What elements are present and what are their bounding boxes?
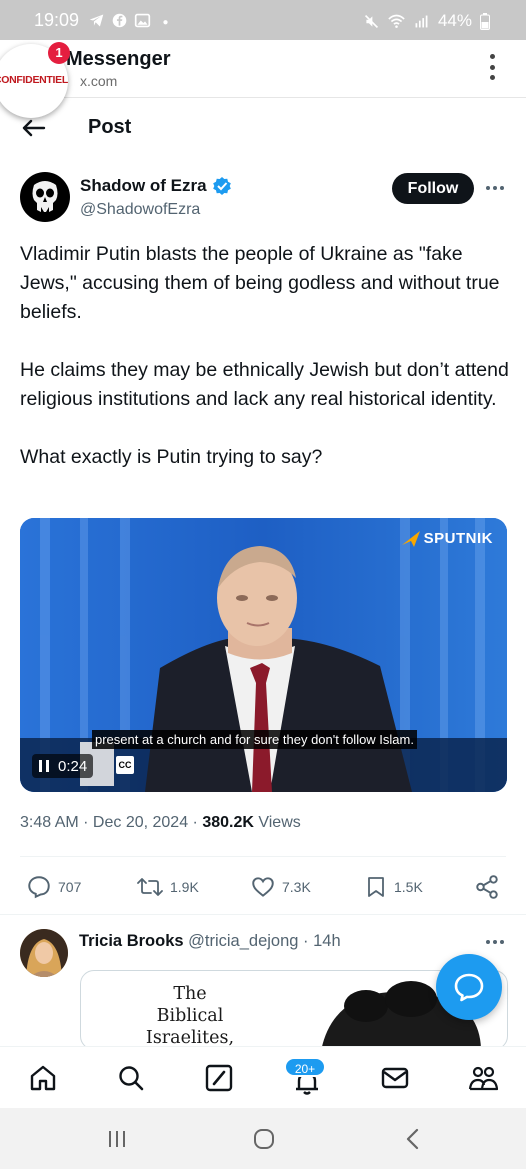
status-time: 19:09 xyxy=(34,10,80,30)
mail-icon[interactable] xyxy=(380,1063,410,1093)
reply-count: 707 xyxy=(58,879,82,895)
divider xyxy=(20,856,506,857)
back-arrow-icon[interactable] xyxy=(20,118,46,138)
home-system-icon[interactable] xyxy=(252,1127,276,1151)
author-name[interactable]: Shadow of Ezra xyxy=(80,176,232,196)
status-notification-icons xyxy=(88,12,174,29)
like-button[interactable]: 7.3K xyxy=(250,874,311,900)
views-label: Views xyxy=(253,814,301,831)
more-options-icon[interactable] xyxy=(486,186,504,190)
video-controls[interactable]: 0:24 xyxy=(32,754,94,778)
book-cover-text: The Biblical Israelites, and xyxy=(135,983,245,1049)
reply-author-name[interactable]: Tricia Brooks xyxy=(79,932,184,950)
reply-button[interactable]: 707 xyxy=(26,874,81,900)
tweet-actions: 707 1.9K 7.3K 1.5K xyxy=(0,870,526,902)
sputnik-logo: SPUTNIK xyxy=(401,530,493,547)
notification-badge: 20+ xyxy=(284,1057,326,1077)
wifi-icon xyxy=(388,14,405,28)
chat-head-text: CONFIDENTIELLTV xyxy=(0,74,68,86)
video-time: 0:24 xyxy=(58,757,88,775)
reply-avatar-image xyxy=(20,929,68,977)
reply-avatar[interactable] xyxy=(20,929,68,977)
bookmark-count: 1.5K xyxy=(394,879,423,895)
heart-icon xyxy=(252,877,274,897)
repost-button[interactable]: 1.9K xyxy=(136,874,199,900)
home-icon[interactable] xyxy=(28,1063,58,1093)
message-bubble-icon xyxy=(454,973,484,1002)
search-icon[interactable] xyxy=(116,1063,146,1093)
messenger-browser-bar: Messenger x.com xyxy=(0,40,526,98)
skull-icon xyxy=(32,181,58,212)
back-system-icon[interactable] xyxy=(402,1127,424,1151)
book-line: The xyxy=(173,984,207,1004)
repost-count: 1.9K xyxy=(170,879,199,895)
compose-fab[interactable] xyxy=(436,954,502,1020)
communities-icon[interactable] xyxy=(468,1063,498,1093)
bottom-nav: 20+ xyxy=(0,1046,526,1108)
share-button[interactable] xyxy=(474,874,500,900)
browser-title: Messenger xyxy=(66,48,171,70)
telegram-icon xyxy=(89,14,104,27)
bookmark-button[interactable]: 1.5K xyxy=(364,874,423,900)
system-nav-bar xyxy=(0,1108,526,1169)
battery-percent: 44% xyxy=(437,11,472,30)
video-frame xyxy=(20,518,507,792)
sputnik-logo-icon xyxy=(401,530,420,547)
reply-icon xyxy=(28,876,50,899)
follow-button[interactable]: Follow xyxy=(392,173,474,204)
pause-icon[interactable] xyxy=(38,759,50,773)
page-title: Post xyxy=(88,116,132,138)
closed-captions-button[interactable]: CC xyxy=(116,756,134,774)
author-name-text[interactable]: Shadow of Ezra xyxy=(80,176,207,196)
tweet-paragraph: He claims they may be ethnically Jewish … xyxy=(20,359,509,410)
bookmark-icon xyxy=(368,877,384,897)
recent-apps-icon[interactable] xyxy=(106,1128,128,1150)
mute-icon xyxy=(364,14,379,28)
status-right: 44% xyxy=(363,11,490,31)
author-avatar[interactable] xyxy=(20,172,70,222)
grok-icon[interactable] xyxy=(204,1063,234,1093)
battery-icon xyxy=(480,12,490,30)
repost-icon xyxy=(137,878,163,896)
dot-icon xyxy=(163,20,168,25)
share-icon xyxy=(476,875,498,899)
reply-more-icon[interactable] xyxy=(486,940,504,944)
like-count: 7.3K xyxy=(282,879,311,895)
facebook-icon xyxy=(112,13,127,28)
gallery-icon xyxy=(134,13,151,28)
sputnik-logo-text: SPUTNIK xyxy=(423,530,493,547)
tweet-paragraph: Vladimir Putin blasts the people of Ukra… xyxy=(20,243,500,323)
author-handle[interactable]: @ShadowofEzra xyxy=(80,201,200,219)
views-count: 380.2K xyxy=(202,814,254,831)
tweet-meta: 3:48 AM · Dec 20, 2024 · 380.2K Views xyxy=(20,814,301,832)
browser-menu-icon[interactable] xyxy=(490,54,496,80)
signal-icon xyxy=(415,15,428,27)
reply-header: Tricia Brooks @tricia_dejong · 14h xyxy=(79,932,341,951)
chat-head-badge: 1 xyxy=(48,42,70,64)
verified-badge-icon xyxy=(212,177,231,195)
tweet-video[interactable]: SPUTNIK present at a church and for sure… xyxy=(20,518,507,792)
reply-handle-time[interactable]: @tricia_dejong · 14h xyxy=(184,932,341,950)
status-bar: 19:09 44% xyxy=(0,0,526,40)
divider xyxy=(0,914,526,915)
book-line: Biblical xyxy=(156,1006,224,1026)
video-caption: present at a church and for sure they do… xyxy=(92,730,417,749)
browser-url[interactable]: x.com xyxy=(80,73,117,89)
tweet-timestamp[interactable]: 3:48 AM · Dec 20, 2024 · xyxy=(20,814,202,831)
tweet-text: Vladimir Putin blasts the people of Ukra… xyxy=(20,240,510,472)
tweet-paragraph: What exactly is Putin trying to say? xyxy=(20,446,323,468)
